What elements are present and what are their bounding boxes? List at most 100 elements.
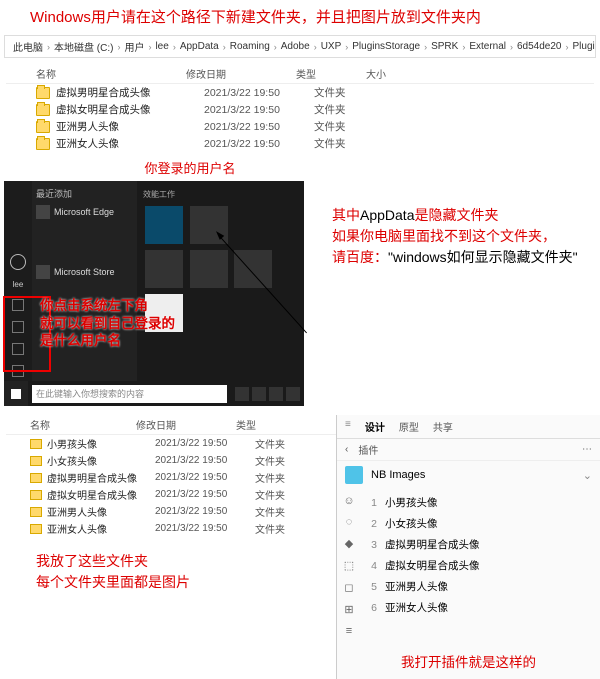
folder-row[interactable]: 虚拟男明星合成头像2021/3/22 19:50文件夹: [6, 84, 594, 101]
taskbar-icon[interactable]: [235, 387, 249, 401]
plugin-list-item[interactable]: 6亚洲女人头像: [361, 597, 600, 618]
folder-name: 亚洲女人头像: [47, 521, 155, 536]
start-menu-screenshot: 开始 lee 最近添加 Microsoft Edge Microsoft Sto…: [4, 181, 304, 406]
breadcrumb-item[interactable]: SPRK: [427, 41, 462, 52]
tab-prototype[interactable]: 原型: [399, 419, 419, 434]
col-name[interactable]: 名称: [6, 417, 136, 432]
folder-row[interactable]: 虚拟女明星合成头像2021/3/22 19:50文件夹: [6, 486, 336, 503]
plugin-logo-icon: [345, 466, 363, 484]
app-item[interactable]: Microsoft Store: [36, 262, 133, 282]
breadcrumb-item[interactable]: 6d54de20: [513, 41, 566, 52]
tool-icon[interactable]: ◆: [345, 537, 353, 550]
breadcrumb-item[interactable]: AppData: [176, 41, 223, 52]
folder-row[interactable]: 亚洲男人头像2021/3/22 19:50文件夹: [6, 118, 594, 135]
panel-subheader: ‹ 插件 ⋯: [337, 439, 600, 460]
folder-row[interactable]: 虚拟女明星合成头像2021/3/22 19:50文件夹: [6, 101, 594, 118]
folder-row[interactable]: 小女孩头像2021/3/22 19:50文件夹: [6, 452, 336, 469]
folder-type: 文件夹: [255, 504, 305, 519]
plugin-header-row[interactable]: NB Images ⌄: [337, 460, 600, 489]
recent-label: 最近添加: [36, 187, 133, 200]
tool-icon[interactable]: ⬚: [344, 559, 354, 572]
col-date[interactable]: 修改日期: [136, 417, 236, 432]
breadcrumb-item[interactable]: Roaming: [226, 41, 274, 52]
folder-type: 文件夹: [255, 487, 305, 502]
windows-logo-icon: [11, 389, 21, 399]
folder-name: 小女孩头像: [47, 453, 155, 468]
tool-icon[interactable]: ◻: [344, 581, 353, 594]
folders-annotation: 我放了这些文件夹 每个文件夹里面都是图片: [36, 551, 336, 593]
panel-tabs: ≡ 设计 原型 共享: [337, 415, 600, 439]
breadcrumb-item[interactable]: 本地磁盘 (C:): [50, 39, 117, 54]
col-date[interactable]: 修改日期: [186, 66, 296, 81]
col-name[interactable]: 名称: [6, 66, 186, 81]
tile[interactable]: [145, 250, 183, 288]
breadcrumb-item[interactable]: External: [465, 41, 510, 52]
folder-icon: [30, 473, 42, 483]
tool-icon[interactable]: ⊞: [344, 603, 353, 616]
plugin-list-item[interactable]: 5亚洲男人头像: [361, 576, 600, 597]
instruction-title: Windows用户请在这个路径下新建文件夹，并且把图片放到文件夹内: [0, 0, 600, 35]
panel-tool-column: ☺ ◌ ◆ ⬚ ◻ ⊞ ≡: [337, 489, 361, 643]
tool-icon[interactable]: ≡: [346, 625, 352, 637]
more-icon[interactable]: ⋯: [582, 444, 592, 455]
col-size[interactable]: 大小: [366, 66, 426, 81]
folder-date: 2021/3/22 19:50: [155, 489, 255, 500]
back-chevron-icon[interactable]: ‹: [345, 444, 348, 455]
tool-icon[interactable]: ☺: [343, 495, 354, 507]
taskbar-icon[interactable]: [269, 387, 283, 401]
folder-date: 2021/3/22 19:50: [204, 87, 314, 99]
breadcrumb-item[interactable]: PluginsStorage: [348, 41, 424, 52]
plugin-list-item[interactable]: 2小女孩头像: [361, 513, 600, 534]
col-type[interactable]: 类型: [236, 417, 286, 432]
item-label: 虚拟女明星合成头像: [385, 558, 480, 573]
plugin-list-item[interactable]: 1小男孩头像: [361, 492, 600, 513]
tool-icon[interactable]: ◌: [346, 516, 353, 528]
plugin-list-item[interactable]: 3虚拟男明星合成头像: [361, 534, 600, 555]
folder-row[interactable]: 亚洲女人头像2021/3/22 19:50文件夹: [6, 135, 594, 152]
user-avatar-icon[interactable]: [10, 254, 26, 270]
start-button[interactable]: [4, 381, 28, 406]
taskbar-search[interactable]: 在此键输入你想搜索的内容: [32, 385, 227, 403]
taskbar: 在此键输入你想搜索的内容: [4, 381, 304, 406]
folder-name: 虚拟男明星合成头像: [47, 470, 155, 485]
folder-icon: [30, 439, 42, 449]
breadcrumb-item[interactable]: PluginData: [569, 41, 597, 52]
tile[interactable]: [234, 250, 272, 288]
item-index: 4: [367, 560, 377, 572]
breadcrumb-item[interactable]: lee: [151, 41, 172, 52]
user-name[interactable]: lee: [13, 280, 24, 289]
tile[interactable]: [190, 250, 228, 288]
column-headers: 名称 修改日期 类型 大小: [6, 64, 594, 84]
breadcrumb-bar[interactable]: 此电脑›本地磁盘 (C:)›用户›lee›AppData›Roaming›Ado…: [4, 35, 596, 58]
breadcrumb-item[interactable]: 用户: [120, 39, 148, 54]
folder-date: 2021/3/22 19:50: [155, 472, 255, 483]
tab-design[interactable]: 设计: [365, 419, 385, 434]
folder-row[interactable]: 亚洲女人头像2021/3/22 19:50文件夹: [6, 520, 336, 537]
col-type[interactable]: 类型: [296, 66, 366, 81]
folder-type: 文件夹: [314, 136, 384, 151]
app-icon: [36, 265, 50, 279]
taskbar-icon[interactable]: [286, 387, 300, 401]
folder-date: 2021/3/22 19:50: [204, 121, 314, 133]
folder-type: 文件夹: [255, 453, 305, 468]
tab-share[interactable]: 共享: [433, 419, 453, 434]
folder-type: 文件夹: [314, 102, 384, 117]
app-item[interactable]: Microsoft Edge: [36, 202, 133, 222]
folder-date: 2021/3/22 19:50: [155, 523, 255, 534]
breadcrumb-item[interactable]: Adobe: [277, 41, 314, 52]
breadcrumb-item[interactable]: 此电脑: [9, 39, 47, 54]
folder-row[interactable]: 小男孩头像2021/3/22 19:50文件夹: [6, 435, 336, 452]
tile[interactable]: [145, 206, 183, 244]
folder-icon: [36, 104, 50, 116]
folder-list-top: 名称 修改日期 类型 大小 虚拟男明星合成头像2021/3/22 19:50文件…: [6, 64, 594, 152]
folder-row[interactable]: 虚拟男明星合成头像2021/3/22 19:50文件夹: [6, 469, 336, 486]
taskbar-icon[interactable]: [252, 387, 266, 401]
folder-icon: [36, 87, 50, 99]
column-headers: 名称 修改日期 类型: [6, 415, 336, 435]
folder-name: 亚洲男人头像: [56, 119, 204, 134]
start-tiles: 效能工作: [137, 181, 304, 381]
breadcrumb-item[interactable]: UXP: [317, 41, 346, 52]
plugin-name: NB Images: [371, 469, 425, 481]
folder-row[interactable]: 亚洲男人头像2021/3/22 19:50文件夹: [6, 503, 336, 520]
plugin-list-item[interactable]: 4 虚拟女明星合成头像: [361, 555, 600, 576]
